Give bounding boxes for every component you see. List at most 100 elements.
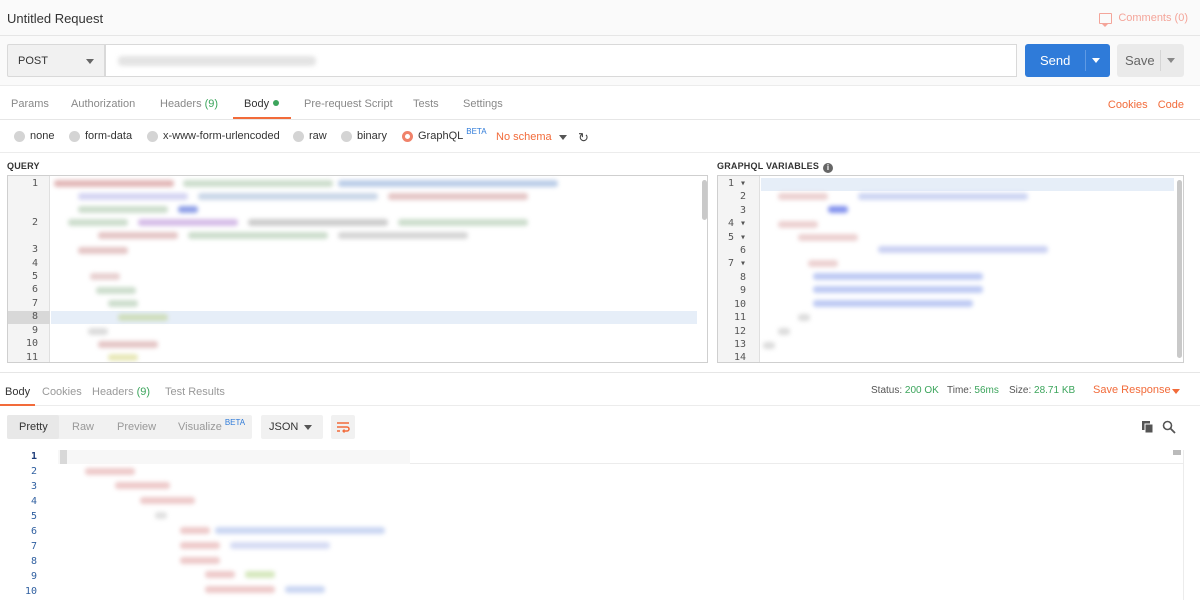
response-line-number: 8 [30, 556, 37, 567]
response-tab-body[interactable]: Body [5, 386, 30, 398]
method-select[interactable]: POST [7, 44, 105, 77]
tab-authorization[interactable]: Authorization [71, 98, 135, 110]
url-field[interactable] [105, 44, 1017, 77]
response-body-editor[interactable]: 1 2 3 4 5 6 7 8 9 10 [0, 446, 1200, 600]
redacted-code [813, 286, 983, 293]
caret-down-icon[interactable] [1172, 389, 1180, 394]
line-number: 8 [739, 272, 746, 283]
redacted-code [245, 571, 275, 578]
query-scrollbar[interactable] [702, 180, 707, 220]
line-number: 8 [31, 311, 38, 322]
tab-tests-label: Tests [413, 98, 439, 110]
radio-x-www-form-urlencoded[interactable]: x-www-form-urlencoded [147, 130, 280, 142]
save-options-caret-icon[interactable] [1167, 58, 1175, 63]
info-icon[interactable]: i [823, 163, 834, 173]
redacted-code [778, 193, 828, 200]
time-value[interactable]: 56ms [974, 385, 998, 396]
query-editor[interactable]: 1 2 3 4 5 6 7 8 9 10 11 [7, 175, 708, 363]
response-line-number: 3 [30, 481, 37, 492]
view-mode-pretty[interactable]: Pretty [19, 421, 48, 433]
copy-icon[interactable] [1141, 420, 1155, 434]
search-icon[interactable] [1162, 420, 1176, 434]
body-type-selector: none form-data x-www-form-urlencoded raw… [0, 120, 1200, 153]
tab-params[interactable]: Params [11, 98, 49, 110]
status-value[interactable]: 200 OK [905, 385, 939, 396]
tab-params-label: Params [11, 98, 49, 110]
view-mode-preview[interactable]: Preview [117, 421, 156, 433]
variables-scrollbar[interactable] [1177, 180, 1182, 358]
redacted-code [778, 221, 818, 228]
redacted-code [140, 497, 195, 504]
line-number: 14 [733, 352, 746, 363]
view-mode-visualize[interactable]: Visualize BETA [178, 418, 245, 433]
line-number: 6 [31, 284, 38, 295]
response-tab-test-results[interactable]: Test Results [165, 386, 225, 398]
radio-none-label: none [30, 130, 55, 142]
save-response-button[interactable]: Save Response [1093, 384, 1171, 396]
radio-binary-label: binary [357, 130, 387, 142]
response-tab-headers[interactable]: Headers (9) [92, 386, 150, 398]
caret-down-icon[interactable] [559, 135, 567, 140]
redacted-code [778, 328, 790, 335]
status-info: Status: 200 OK [871, 385, 939, 396]
comments-button[interactable]: Comments (0) [1099, 12, 1188, 27]
time-label: Time: [947, 385, 972, 396]
radio-graphql[interactable]: GraphQL BETA [402, 127, 487, 142]
graphql-variables-label-text: GRAPHQL VARIABLES [717, 161, 820, 171]
radio-form-data[interactable]: form-data [69, 130, 132, 142]
radio-urlencoded-label: x-www-form-urlencoded [163, 130, 280, 142]
cookies-link[interactable]: Cookies [1108, 99, 1148, 111]
variables-active-line [761, 178, 1174, 191]
view-mode-raw[interactable]: Raw [72, 421, 94, 433]
response-scrollbar[interactable] [1173, 450, 1181, 455]
response-tab-body-label: Body [5, 386, 31, 398]
response-cursor [60, 450, 67, 464]
redacted-code [155, 512, 167, 519]
line-number: 12 [733, 326, 746, 337]
redacted-code [108, 354, 138, 361]
radio-dot [147, 130, 158, 142]
send-button[interactable]: Send [1025, 44, 1110, 77]
line-number: 1 [31, 178, 38, 189]
tab-tests[interactable]: Tests [413, 98, 439, 110]
graphql-variables-editor[interactable]: 1 ▾ 2 3 4 ▾ 5 ▾ 6 7 ▾ 8 9 10 11 12 13 14 [717, 175, 1184, 363]
tab-settings[interactable]: Settings [463, 98, 503, 110]
tab-body[interactable]: Body [244, 98, 280, 110]
radio-dot [341, 130, 352, 142]
schema-select[interactable]: No schema [496, 131, 552, 143]
radio-none[interactable]: none [14, 130, 54, 142]
redacted-code [178, 206, 198, 213]
wrap-lines-icon [337, 422, 350, 433]
code-link[interactable]: Code [1158, 99, 1184, 111]
request-tabs: Params Authorization Headers (9) Body Pr… [0, 86, 1200, 120]
line-number: 7 [31, 298, 38, 309]
redacted-code [188, 232, 328, 239]
send-divider [1085, 50, 1086, 71]
tab-headers-label: Headers [160, 98, 202, 110]
redacted-code [230, 542, 330, 549]
save-button[interactable]: Save [1117, 44, 1184, 77]
size-value[interactable]: 28.71 KB [1034, 385, 1075, 396]
redacted-code [98, 232, 178, 239]
refresh-icon[interactable]: ↻ [578, 130, 589, 146]
response-line-number: 9 [30, 571, 37, 582]
redacted-code [180, 557, 220, 564]
radio-raw[interactable]: raw [293, 130, 327, 142]
tab-headers[interactable]: Headers (9) [160, 98, 218, 110]
request-title[interactable]: Untitled Request [7, 11, 103, 26]
response-line-number: 10 [24, 586, 37, 597]
format-label: JSON [269, 421, 299, 433]
radio-raw-label: raw [309, 130, 327, 142]
line-number: 10 [25, 338, 38, 349]
radio-binary[interactable]: binary [341, 130, 387, 142]
redacted-code [215, 527, 385, 534]
tab-pre-request-script[interactable]: Pre-request Script [304, 98, 393, 110]
send-options-caret-icon[interactable] [1092, 58, 1100, 63]
line-number: 10 [733, 299, 746, 310]
redacted-code [78, 206, 168, 213]
wrap-lines-button[interactable] [331, 415, 355, 439]
redacted-code [78, 247, 128, 254]
redacted-code [68, 219, 128, 226]
response-tab-cookies[interactable]: Cookies [42, 386, 82, 398]
format-select[interactable]: JSON [261, 415, 323, 439]
